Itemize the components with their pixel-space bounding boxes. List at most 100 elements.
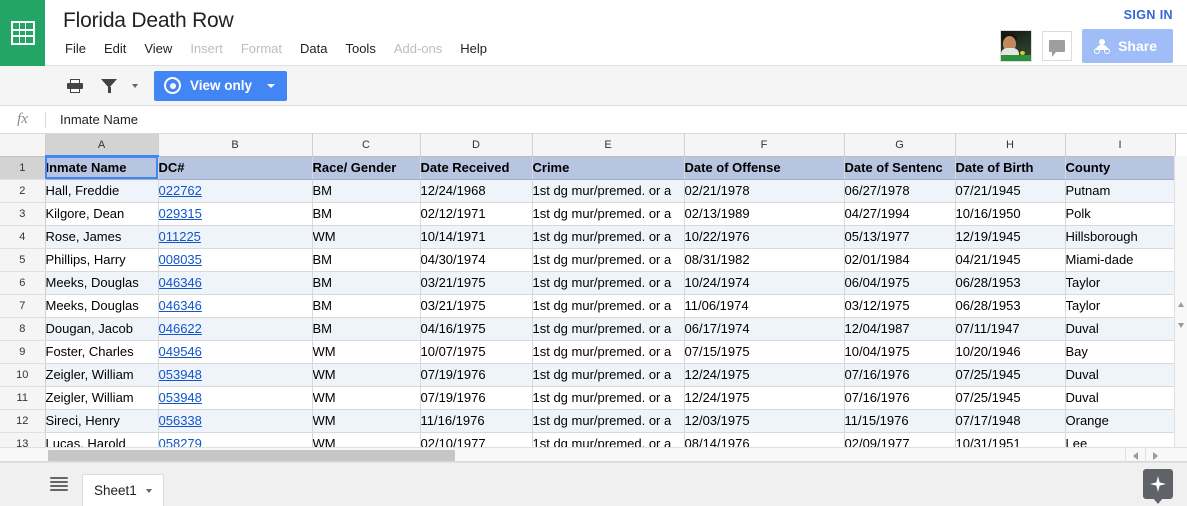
dc-number-cell[interactable]: 056338 [158, 409, 313, 433]
row-header-9[interactable]: 9 [0, 340, 46, 364]
grid-cell[interactable]: WM [312, 363, 421, 387]
grid-cell[interactable]: WM [312, 340, 421, 364]
grid-cell[interactable]: BM [312, 294, 421, 318]
grid-cell[interactable]: Taylor [1065, 294, 1176, 318]
grid-cell[interactable]: 12/03/1975 [684, 409, 845, 433]
grid-cell[interactable]: 1st dg mur/premed. or a [532, 294, 685, 318]
grid-cell[interactable]: 12/04/1987 [844, 317, 956, 341]
grid-cell[interactable]: 1st dg mur/premed. or a [532, 202, 685, 226]
grid-cell[interactable]: Taylor [1065, 271, 1176, 295]
column-header-e[interactable]: E [532, 134, 685, 157]
grid-cell[interactable]: 07/25/1945 [955, 386, 1066, 410]
formula-input[interactable] [46, 106, 1187, 133]
grid-cell[interactable]: 1st dg mur/premed. or a [532, 248, 685, 272]
grid-cell[interactable]: 02/10/1977 [420, 432, 533, 447]
grid-cell[interactable]: 1st dg mur/premed. or a [532, 271, 685, 295]
grid-cell[interactable]: Hall, Freddie [45, 179, 159, 203]
scroll-up-arrow[interactable] [1174, 298, 1187, 311]
grid-cell[interactable]: 07/19/1976 [420, 363, 533, 387]
grid-cell[interactable]: 05/13/1977 [844, 225, 956, 249]
grid-cell[interactable]: BM [312, 248, 421, 272]
row-header-7[interactable]: 7 [0, 294, 46, 318]
grid-cell[interactable]: 07/19/1976 [420, 386, 533, 410]
menu-item-help[interactable]: Help [451, 39, 496, 58]
grid-cell[interactable]: Phillips, Harry [45, 248, 159, 272]
grid-cell[interactable]: 12/19/1945 [955, 225, 1066, 249]
grid-cell[interactable]: Meeks, Douglas [45, 294, 159, 318]
grid-cell[interactable]: 10/20/1946 [955, 340, 1066, 364]
grid-cell[interactable]: 03/21/1975 [420, 294, 533, 318]
menu-item-tools[interactable]: Tools [336, 39, 384, 58]
grid-cell[interactable]: 02/13/1989 [684, 202, 845, 226]
row-header-1[interactable]: 1 [0, 156, 46, 180]
filter-button[interactable] [94, 72, 124, 100]
column-header-g[interactable]: G [844, 134, 956, 157]
row-header-10[interactable]: 10 [0, 363, 46, 387]
grid-cell[interactable]: Rose, James [45, 225, 159, 249]
sign-in-link[interactable]: SIGN IN [1124, 8, 1173, 22]
grid-cell[interactable]: 07/11/1947 [955, 317, 1066, 341]
grid-cell[interactable]: 1st dg mur/premed. or a [532, 340, 685, 364]
grid-cell[interactable]: Foster, Charles [45, 340, 159, 364]
dc-number-link[interactable]: 058279 [159, 436, 202, 447]
scroll-down-arrow[interactable] [1174, 319, 1187, 332]
grid-cell[interactable]: 06/17/1974 [684, 317, 845, 341]
grid-cell[interactable]: 07/25/1945 [955, 363, 1066, 387]
column-header-i[interactable]: I [1065, 134, 1176, 157]
menu-item-view[interactable]: View [135, 39, 181, 58]
grid-cell[interactable]: 1st dg mur/premed. or a [532, 317, 685, 341]
grid-cell[interactable]: Duval [1065, 386, 1176, 410]
grid-cell[interactable]: 10/22/1976 [684, 225, 845, 249]
dc-number-cell[interactable]: 046622 [158, 317, 313, 341]
grid-cell[interactable]: 10/07/1975 [420, 340, 533, 364]
row-header-2[interactable]: 2 [0, 179, 46, 203]
grid-cell[interactable]: BM [312, 317, 421, 341]
grid-cell[interactable]: 1st dg mur/premed. or a [532, 363, 685, 387]
all-sheets-icon[interactable] [42, 469, 76, 499]
column-title-cell[interactable]: Race/ Gender [312, 156, 421, 180]
column-header-b[interactable]: B [158, 134, 313, 157]
grid-cell[interactable]: 07/21/1945 [955, 179, 1066, 203]
grid-cell[interactable]: 1st dg mur/premed. or a [532, 386, 685, 410]
grid-cell[interactable]: 1st dg mur/premed. or a [532, 225, 685, 249]
dc-number-cell[interactable]: 046346 [158, 271, 313, 295]
grid-cell[interactable]: Orange [1065, 409, 1176, 433]
chevron-down-icon[interactable] [145, 488, 152, 493]
grid-cell[interactable]: 10/04/1975 [844, 340, 956, 364]
grid-cell[interactable]: WM [312, 225, 421, 249]
grid-cell[interactable]: Kilgore, Dean [45, 202, 159, 226]
grid-cell[interactable]: 06/04/1975 [844, 271, 956, 295]
row-header-3[interactable]: 3 [0, 202, 46, 226]
column-title-cell[interactable]: DC# [158, 156, 313, 180]
grid-cell[interactable]: Miami-dade [1065, 248, 1176, 272]
filter-dropdown-arrow[interactable] [128, 72, 142, 100]
grid-cell[interactable]: 04/27/1994 [844, 202, 956, 226]
grid-cell[interactable]: Duval [1065, 317, 1176, 341]
grid-cell[interactable]: 1st dg mur/premed. or a [532, 409, 685, 433]
dc-number-link[interactable]: 049546 [159, 344, 202, 359]
grid-cell[interactable]: BM [312, 179, 421, 203]
row-header-13[interactable]: 13 [0, 432, 46, 447]
column-title-cell[interactable]: Crime [532, 156, 685, 180]
dc-number-cell[interactable]: 011225 [158, 225, 313, 249]
row-header-6[interactable]: 6 [0, 271, 46, 295]
dc-number-cell[interactable]: 029315 [158, 202, 313, 226]
grid-cell[interactable]: 10/24/1974 [684, 271, 845, 295]
grid-cell[interactable]: 11/06/1974 [684, 294, 845, 318]
grid-cell[interactable]: 12/24/1968 [420, 179, 533, 203]
grid-cell[interactable]: Dougan, Jacob [45, 317, 159, 341]
column-title-cell[interactable]: Date Received [420, 156, 533, 180]
grid-cell[interactable]: Bay [1065, 340, 1176, 364]
dc-number-link[interactable]: 056338 [159, 413, 202, 428]
dc-number-cell[interactable]: 049546 [158, 340, 313, 364]
grid-cell[interactable]: BM [312, 202, 421, 226]
sheets-logo-icon[interactable] [0, 0, 45, 66]
dc-number-link[interactable]: 053948 [159, 367, 202, 382]
dc-number-link[interactable]: 008035 [159, 252, 202, 267]
menu-item-file[interactable]: File [63, 39, 95, 58]
dc-number-link[interactable]: 046622 [159, 321, 202, 336]
grid-cell[interactable]: 06/28/1953 [955, 294, 1066, 318]
grid-cell[interactable]: Putnam [1065, 179, 1176, 203]
dc-number-link[interactable]: 011225 [159, 229, 201, 244]
dc-number-cell[interactable]: 053948 [158, 363, 313, 387]
